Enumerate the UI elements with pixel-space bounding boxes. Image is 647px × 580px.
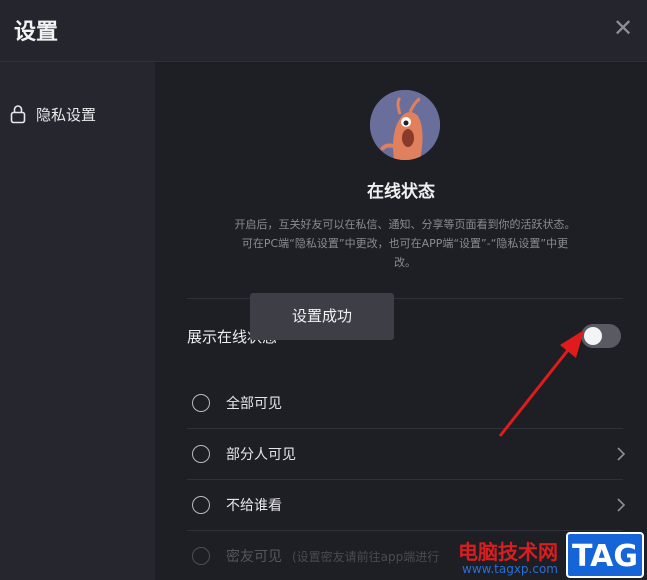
sidebar: 隐私设置 bbox=[0, 62, 155, 580]
watermark-site-name: 电脑技术网 bbox=[458, 540, 558, 564]
option-hide-from[interactable]: 不给谁看 bbox=[187, 480, 627, 530]
radio-button[interactable] bbox=[192, 445, 210, 463]
option-label: 部分人可见 bbox=[226, 447, 296, 463]
watermark-url: www.tagxp.com bbox=[462, 562, 558, 576]
option-label: 全部可见 bbox=[226, 396, 282, 412]
option-some-people[interactable]: 部分人可见 bbox=[187, 429, 627, 479]
sidebar-item-privacy[interactable]: 隐私设置 bbox=[10, 102, 96, 126]
main-panel: 在线状态 开启后，互关好友可以在私信、通知、分享等页面看到你的活跃状态。 可在P… bbox=[155, 62, 647, 580]
option-close-friends: 密友可见 (设置密友请前往app端进行 bbox=[187, 531, 627, 580]
shrimp-mascot-icon bbox=[370, 90, 440, 160]
option-label: 不给谁看 bbox=[226, 498, 282, 514]
watermark-tag-logo: TAG bbox=[566, 532, 644, 578]
success-toast: 设置成功 bbox=[250, 293, 394, 340]
chevron-right-icon bbox=[617, 447, 626, 461]
option-note: (设置密友请前往app端进行 bbox=[292, 549, 440, 564]
option-label: 密友可见 bbox=[226, 549, 282, 565]
radio-button[interactable] bbox=[192, 394, 210, 412]
option-everyone[interactable]: 全部可见 bbox=[187, 378, 627, 428]
window-title: 设置 bbox=[14, 20, 59, 45]
radio-button[interactable] bbox=[192, 496, 210, 514]
chevron-right-icon bbox=[617, 498, 626, 512]
title-bar: 设置 ✕ bbox=[0, 0, 647, 62]
online-status-description: 开启后，互关好友可以在私信、通知、分享等页面看到你的活跃状态。 可在PC端“隐私… bbox=[234, 218, 576, 269]
close-icon[interactable]: ✕ bbox=[611, 16, 635, 40]
lock-icon bbox=[10, 105, 26, 124]
toggle-knob bbox=[584, 327, 602, 345]
radio-button bbox=[192, 547, 210, 565]
show-online-status-toggle[interactable] bbox=[581, 324, 621, 348]
sidebar-item-label: 隐私设置 bbox=[36, 105, 97, 124]
avatar bbox=[370, 90, 440, 160]
online-status-title: 在线状态 bbox=[367, 182, 435, 202]
